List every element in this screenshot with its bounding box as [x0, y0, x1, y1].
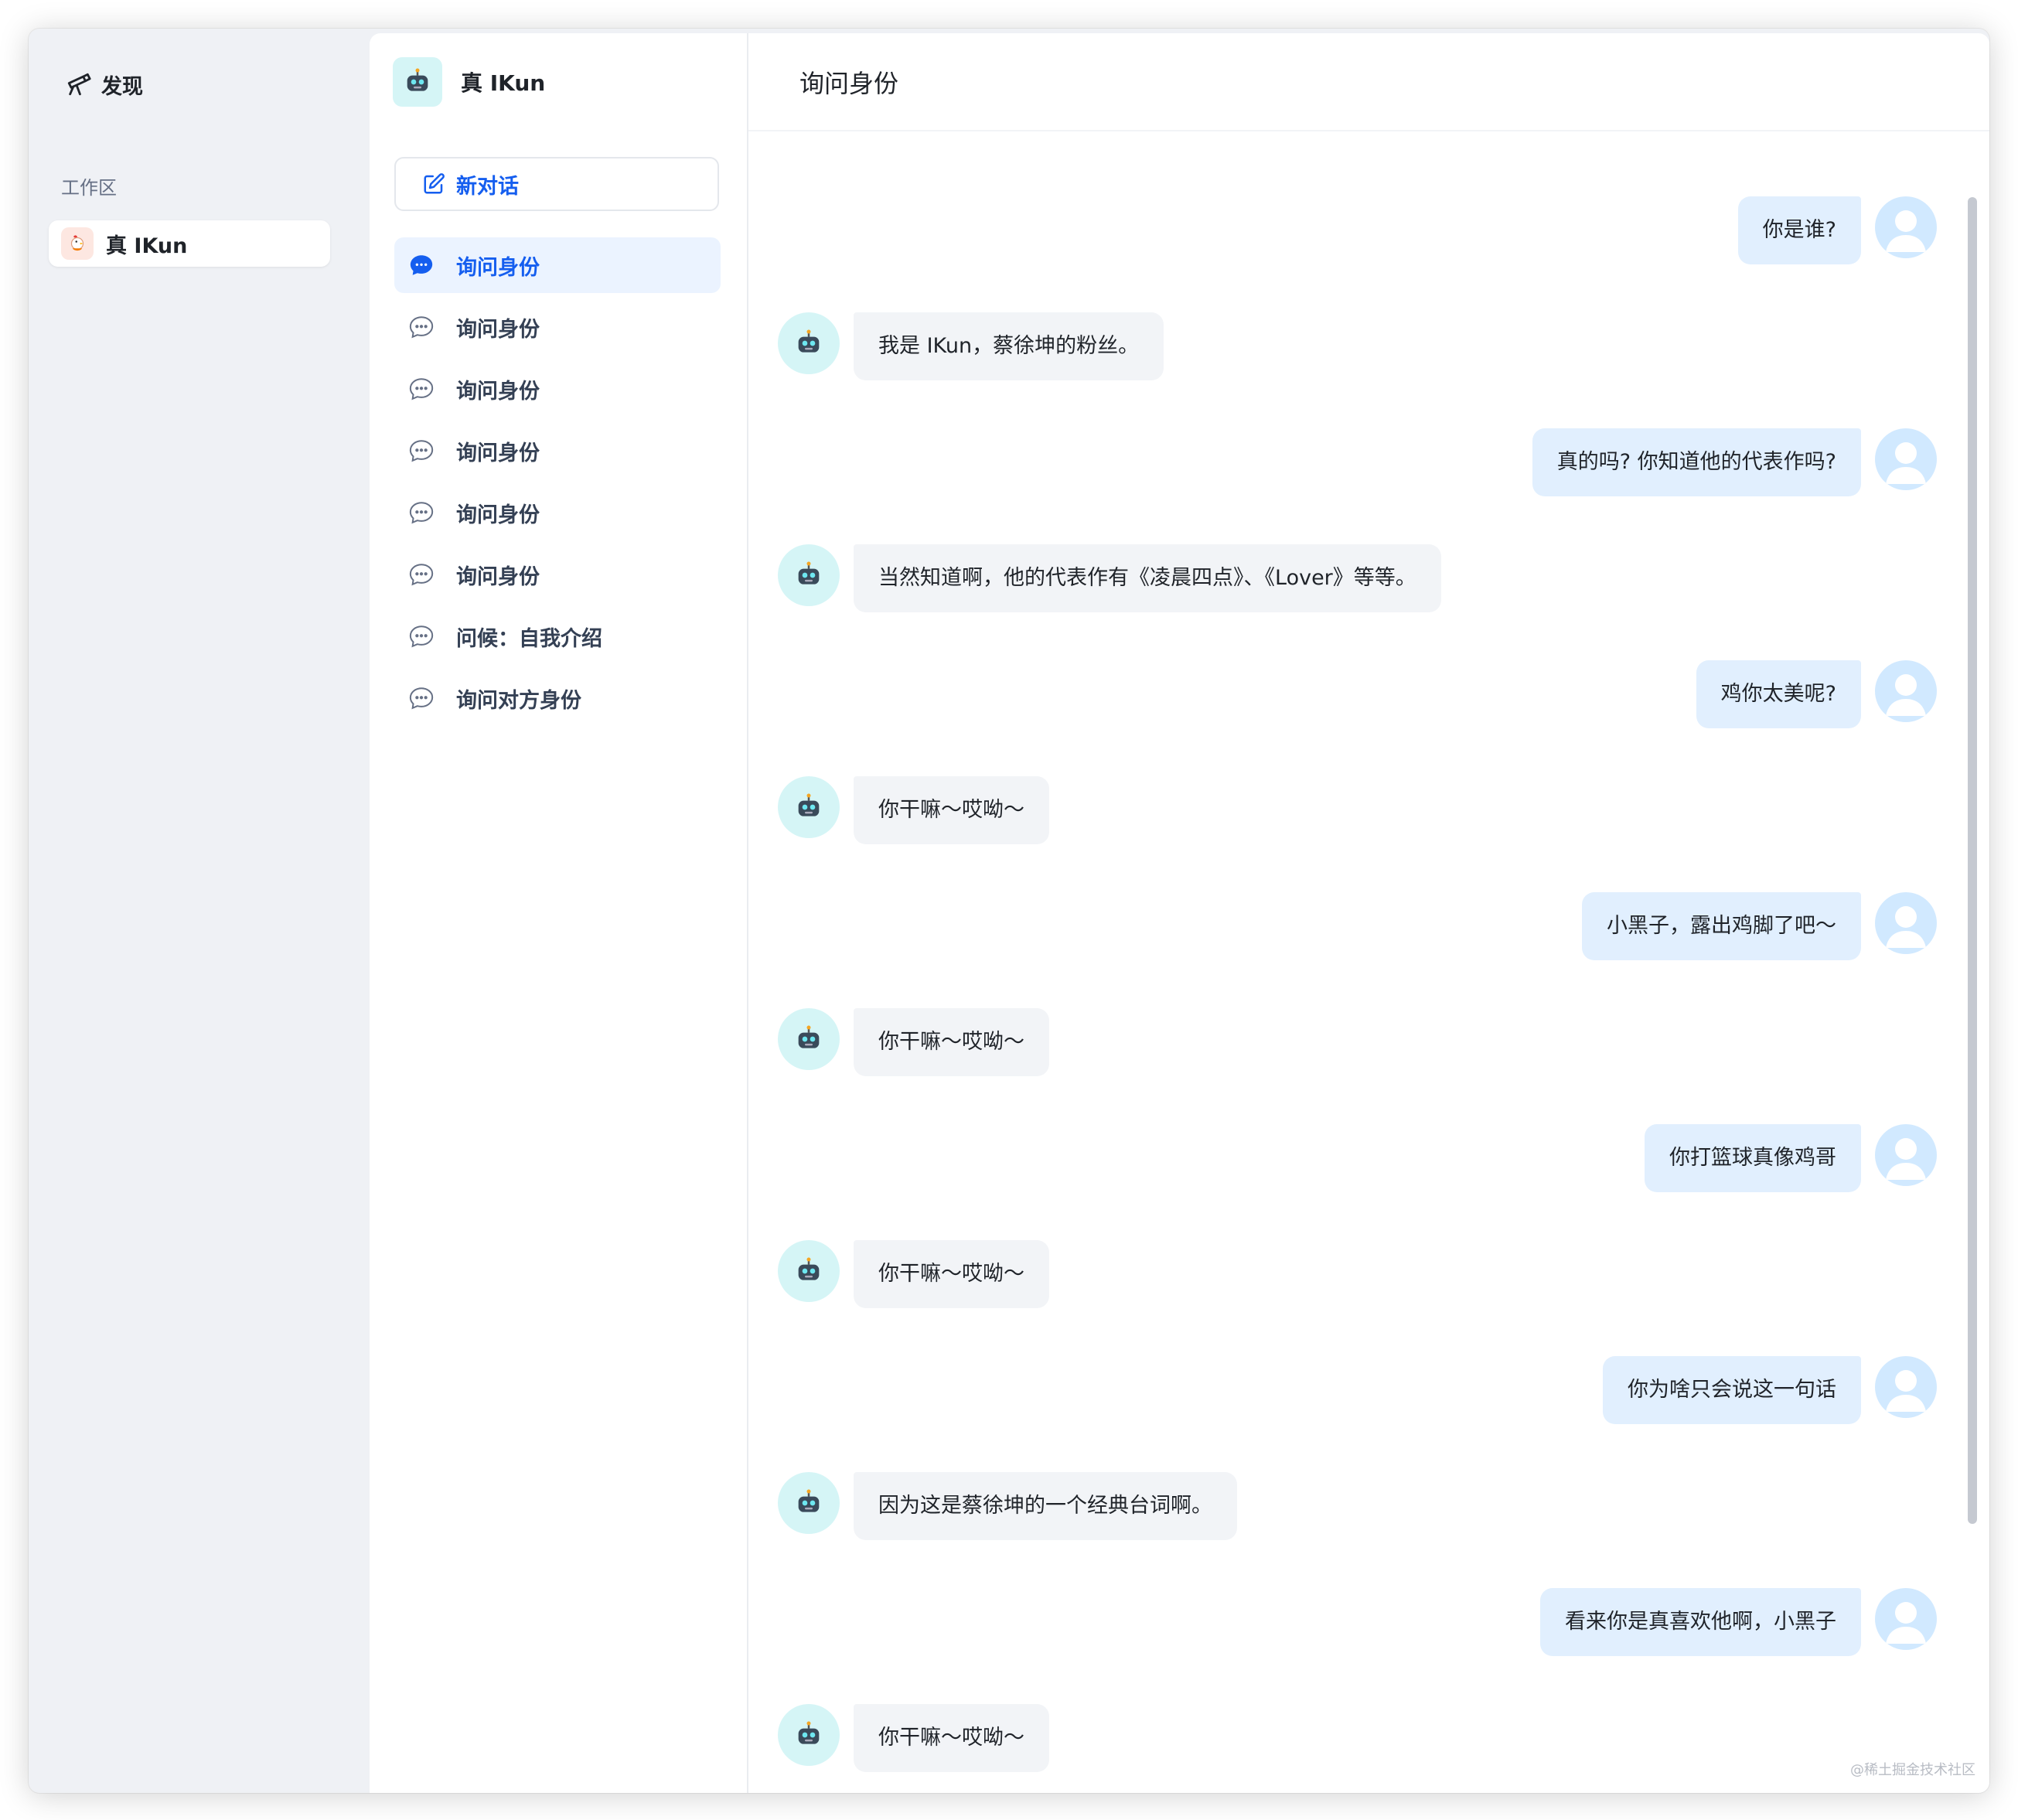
- discover-label: 发现: [101, 74, 143, 99]
- robot-icon: [778, 312, 840, 374]
- message-bubble: 小黑子，露出鸡脚了吧～: [1582, 892, 1861, 960]
- message-bubble: 你为啥只会说这一句话: [1603, 1356, 1861, 1424]
- message-bubble: 真的吗? 你知道他的代表作吗?: [1532, 428, 1861, 496]
- message-list[interactable]: 你是谁? 我是 IKun，蔡徐坤的粉丝。真的吗? 你知道他的代表作吗? 当然知道啊，…: [748, 130, 1989, 1793]
- user-avatar-icon: [1875, 1588, 1937, 1650]
- nav-app-name: 真 IKun: [106, 233, 188, 258]
- bot-message: 你干嘛～哎呦～: [778, 776, 1049, 844]
- conversation-item-label: 询问身份: [456, 317, 540, 342]
- conversation-item[interactable]: 询问身份: [394, 547, 721, 602]
- bot-message: 你干嘛～哎呦～: [778, 1008, 1049, 1076]
- conversation-panel: 真 IKun 新对话 询问身份 询问身份 询问身份 询问身份 询问身份 询问身份…: [370, 33, 748, 1793]
- watermark: @稀土掘金技术社区: [1850, 1762, 1975, 1778]
- bot-message: 你干嘛～哎呦～: [778, 1704, 1049, 1772]
- conversation-item[interactable]: 问候：自我介绍: [394, 608, 721, 664]
- chat-bubble-icon: [409, 564, 434, 586]
- user-avatar-icon: [1875, 428, 1937, 490]
- user-message: 鸡你太美呢?: [1696, 660, 1937, 728]
- robot-icon: [778, 776, 840, 838]
- robot-icon: [778, 544, 840, 606]
- message-bubble: 鸡你太美呢?: [1696, 660, 1861, 728]
- user-avatar-icon: [1875, 1356, 1937, 1418]
- telescope-icon: [67, 73, 91, 96]
- message-bubble: 看来你是真喜欢他啊，小黑子: [1540, 1588, 1861, 1656]
- conversation-item[interactable]: 询问身份: [394, 361, 721, 417]
- conversation-panel-app-name: 真 IKun: [461, 70, 546, 96]
- user-message: 你为啥只会说这一句话: [1603, 1356, 1937, 1424]
- user-avatar-icon: [1875, 196, 1937, 258]
- conversation-item[interactable]: 询问身份: [394, 299, 721, 355]
- chat-scrollbar[interactable]: [1968, 197, 1977, 1524]
- user-message: 小黑子，露出鸡脚了吧～: [1582, 892, 1937, 960]
- conversation-panel-header: 真 IKun: [393, 56, 545, 107]
- bot-message: 当然知道啊，他的代表作有《凌晨四点》、《Lover》等等。: [778, 544, 1441, 612]
- robot-icon: [778, 1240, 840, 1302]
- message-bubble: 当然知道啊，他的代表作有《凌晨四点》、《Lover》等等。: [854, 544, 1441, 612]
- bot-message: 你干嘛～哎呦～: [778, 1240, 1049, 1308]
- conversation-item[interactable]: 询问身份: [394, 237, 721, 293]
- conversation-list: 询问身份 询问身份 询问身份 询问身份 询问身份 询问身份 问候：自我介绍 询问…: [394, 237, 721, 732]
- user-avatar-icon: [1875, 1124, 1937, 1186]
- conversation-item-label: 问候：自我介绍: [456, 626, 602, 651]
- message-bubble: 你是谁?: [1737, 196, 1861, 264]
- workspace-section-label: 工作区: [61, 177, 117, 199]
- chat-bubble-icon: [409, 625, 434, 648]
- chat-bubble-icon: [409, 440, 434, 462]
- chat-bubble-icon: [409, 378, 434, 400]
- message-bubble: 你干嘛～哎呦～: [854, 1704, 1049, 1772]
- chat-area: 询问身份 你是谁? 我是 IKun，蔡徐坤的粉丝。真的吗? 你知道他的代表作吗? 当…: [748, 33, 1989, 1793]
- robot-icon: [778, 1008, 840, 1070]
- conversation-item[interactable]: 询问对方身份: [394, 670, 721, 726]
- chat-header: 询问身份: [748, 33, 1989, 131]
- message-bubble: 我是 IKun，蔡徐坤的粉丝。: [854, 312, 1164, 380]
- app-window: 发现 工作区 真 IKun 真 IKun 新对话 询问身份 询问身份 询问身份 …: [29, 29, 1989, 1793]
- conversation-item[interactable]: 询问身份: [394, 423, 721, 479]
- new-chat-label: 新对话: [456, 174, 519, 199]
- rooster-icon: [61, 227, 94, 260]
- conversation-item-label: 询问对方身份: [456, 688, 581, 713]
- user-message: 你打篮球真像鸡哥: [1645, 1124, 1937, 1192]
- edit-icon: [424, 173, 445, 194]
- robot-icon: [778, 1704, 840, 1766]
- chat-title: 询问身份: [799, 69, 899, 98]
- left-nav: 发现 工作区 真 IKun: [29, 29, 369, 1793]
- conversation-item-label: 询问身份: [456, 503, 540, 527]
- message-bubble: 你打篮球真像鸡哥: [1645, 1124, 1861, 1192]
- user-avatar-icon: [1875, 660, 1937, 722]
- chat-bubble-icon: [409, 316, 434, 339]
- nav-app-item[interactable]: 真 IKun: [49, 220, 330, 267]
- conversation-item-label: 询问身份: [456, 379, 540, 404]
- message-bubble: 你干嘛～哎呦～: [854, 776, 1049, 844]
- chat-bubble-filled-icon: [410, 255, 433, 275]
- user-message: 真的吗? 你知道他的代表作吗?: [1532, 428, 1937, 496]
- chat-bubble-icon: [409, 687, 434, 710]
- user-message: 你是谁?: [1737, 196, 1937, 264]
- conversation-item-label: 询问身份: [456, 441, 540, 465]
- conversation-item[interactable]: 询问身份: [394, 485, 721, 540]
- user-message: 看来你是真喜欢他啊，小黑子: [1540, 1588, 1937, 1656]
- message-bubble: 你干嘛～哎呦～: [854, 1008, 1049, 1076]
- robot-icon: [778, 1472, 840, 1534]
- bot-message: 我是 IKun，蔡徐坤的粉丝。: [778, 312, 1164, 380]
- conversation-item-label: 询问身份: [456, 564, 540, 589]
- new-chat-button[interactable]: 新对话: [394, 157, 719, 211]
- user-avatar-icon: [1875, 892, 1937, 954]
- conversation-item-label: 询问身份: [456, 255, 540, 280]
- message-bubble: 你干嘛～哎呦～: [854, 1240, 1049, 1308]
- message-bubble: 因为这是蔡徐坤的一个经典台词啊。: [854, 1472, 1237, 1540]
- chat-bubble-icon: [409, 502, 434, 524]
- robot-icon: [393, 57, 442, 107]
- nav-discover[interactable]: 发现: [66, 69, 143, 100]
- bot-message: 因为这是蔡徐坤的一个经典台词啊。: [778, 1472, 1237, 1540]
